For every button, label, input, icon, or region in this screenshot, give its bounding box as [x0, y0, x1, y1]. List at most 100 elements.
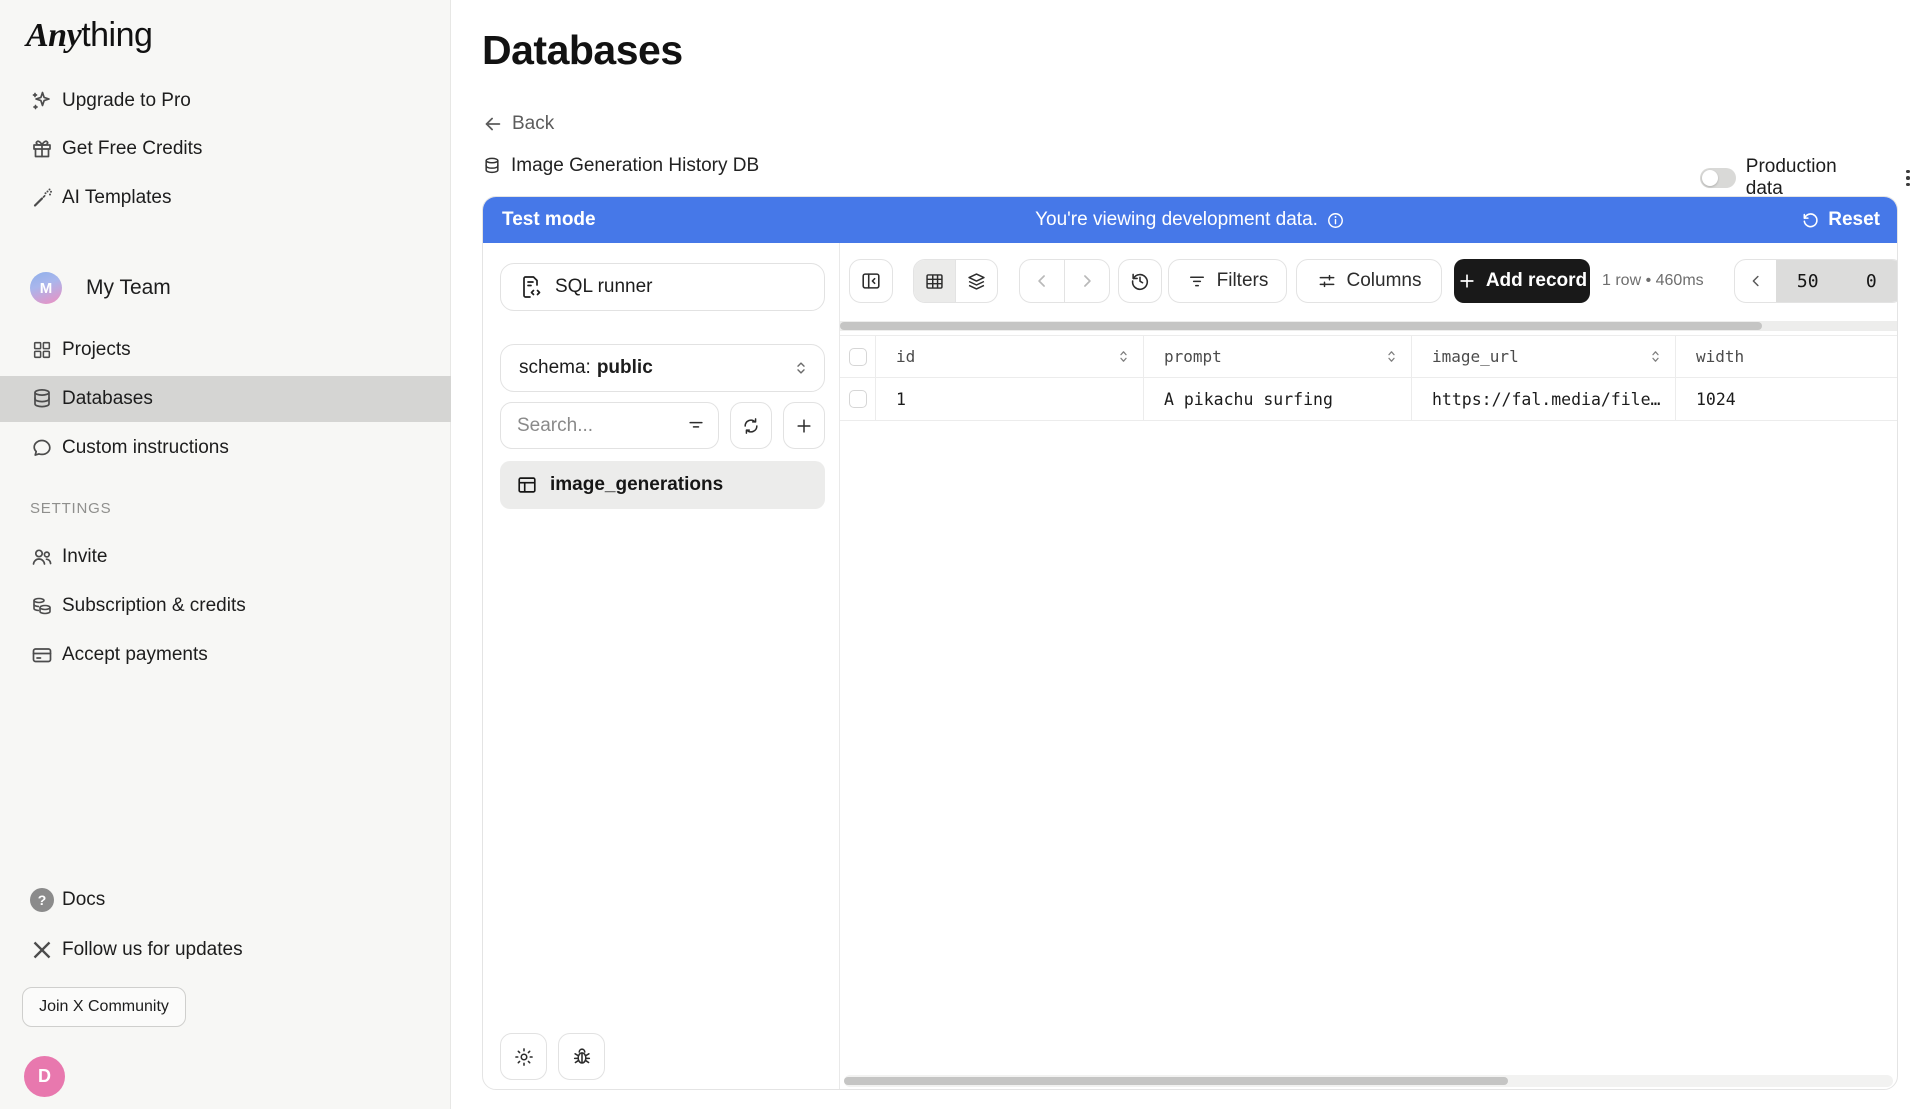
settings-section-heading: SETTINGS [30, 500, 111, 517]
table-item-label: image_generations [550, 474, 723, 496]
sidebar-item-label: Subscription & credits [62, 595, 246, 617]
back-button[interactable]: Back [482, 113, 554, 135]
add-record-button[interactable]: Add record [1454, 259, 1590, 303]
cell-id[interactable]: 1 [876, 378, 1144, 420]
sidebar-item-label: Invite [62, 546, 107, 568]
add-table-button[interactable] [783, 402, 825, 449]
sidebar-item-ai-templates[interactable]: AI Templates [0, 175, 451, 221]
sql-runner-button[interactable]: SQL runner [500, 263, 825, 311]
layers-icon [966, 271, 987, 292]
cell-width[interactable]: 1024 [1676, 378, 1897, 420]
chevron-right-icon [1077, 271, 1097, 291]
production-data-label: Production data [1746, 156, 1878, 200]
sidebar-item-label: Databases [62, 388, 153, 410]
pagination-prev-button[interactable] [1735, 260, 1776, 302]
collapse-sidebar-button[interactable] [849, 259, 893, 303]
join-x-community-button[interactable]: Join X Community [22, 987, 186, 1027]
sql-runner-label: SQL runner [555, 276, 653, 298]
layers-view-button[interactable] [955, 260, 997, 302]
users-icon [30, 545, 54, 569]
panel-collapse-icon [860, 270, 882, 292]
table-list-item-image-generations[interactable]: image_generations [500, 461, 825, 509]
chevron-updown-icon [792, 359, 810, 377]
sidebar-item-get-free-credits[interactable]: Get Free Credits [0, 126, 451, 172]
coins-icon [30, 594, 54, 618]
sidebar-item-databases[interactable]: Databases [0, 376, 451, 422]
table-search-input[interactable]: Search... [500, 402, 719, 449]
column-header-prompt[interactable]: prompt [1144, 336, 1412, 377]
sidebar-item-custom-instructions[interactable]: Custom instructions [0, 425, 451, 471]
banner-message: You're viewing development data. [483, 209, 1897, 231]
filters-button[interactable]: Filters [1168, 259, 1287, 303]
column-name: id [896, 347, 915, 366]
sidebar-item-follow-us[interactable]: Follow us for updates [0, 927, 451, 973]
history-button[interactable] [1118, 259, 1162, 303]
reset-icon [1801, 211, 1820, 230]
cell-value: 1024 [1696, 390, 1736, 409]
column-name: image_url [1432, 347, 1519, 366]
database-name: Image Generation History DB [482, 155, 759, 177]
app-logo[interactable]: Anything [26, 16, 152, 55]
sidebar-item-label: Custom instructions [62, 437, 229, 459]
sort-icon[interactable] [1648, 349, 1663, 364]
columns-button[interactable]: Columns [1296, 259, 1442, 303]
sidebar-item-label: AI Templates [62, 187, 171, 209]
sidebar-item-label: Upgrade to Pro [62, 90, 191, 112]
scrollbar-thumb[interactable] [844, 1077, 1508, 1085]
reset-button[interactable]: Reset [1801, 209, 1880, 231]
sidebar-item-invite[interactable]: Invite [0, 534, 451, 580]
info-icon[interactable] [1326, 211, 1345, 230]
search-placeholder: Search... [517, 415, 686, 437]
sidebar-item-subscription-credits[interactable]: Subscription & credits [0, 583, 451, 629]
page-offset-value[interactable]: 0 [1840, 260, 1899, 302]
row-checkbox[interactable] [849, 390, 867, 408]
column-header-image-url[interactable]: image_url [1412, 336, 1676, 377]
sidebar-item-upgrade-to-pro[interactable]: Upgrade to Pro [0, 78, 451, 124]
panel-footer-buttons [500, 1033, 605, 1080]
select-all-checkbox[interactable] [849, 348, 867, 366]
user-avatar[interactable]: D [24, 1056, 65, 1097]
sidebar-item-accept-payments[interactable]: Accept payments [0, 632, 451, 678]
schema-sidebar: SQL runner schema: public Search... [483, 243, 840, 1090]
gift-icon [30, 137, 54, 161]
table-icon [516, 474, 538, 496]
add-record-label: Add record [1486, 270, 1587, 292]
database-icon [30, 387, 54, 411]
horizontal-scrollbar-top [840, 321, 1897, 331]
plus-icon [1457, 271, 1477, 291]
cell-image-url[interactable]: https://fal.media/file… [1412, 378, 1676, 420]
sidebar-item-docs[interactable]: ? Docs [0, 877, 451, 923]
page-size-value[interactable]: 50 [1776, 260, 1840, 302]
column-header-id[interactable]: id [876, 336, 1144, 377]
arrow-left-icon [482, 113, 504, 135]
sort-icon[interactable] [1384, 349, 1399, 364]
kebab-menu-icon[interactable] [1896, 166, 1920, 190]
sidebar-item-label: Follow us for updates [62, 939, 243, 961]
sidebar-team-switcher[interactable]: M My Team [0, 265, 451, 311]
sliders-icon [1317, 271, 1337, 291]
settings-gear-button[interactable] [500, 1033, 547, 1080]
column-name: width [1696, 347, 1744, 366]
schema-value: public [597, 357, 653, 379]
database-name-label: Image Generation History DB [511, 155, 759, 177]
database-icon [482, 156, 502, 176]
scrollbar-thumb[interactable] [840, 322, 1762, 330]
row-stats: 1 row • 460ms [1602, 259, 1704, 303]
column-header-width[interactable]: width [1676, 336, 1897, 377]
filter-lines-icon [1187, 271, 1207, 291]
sort-icon[interactable] [1116, 349, 1131, 364]
grid-view-button[interactable] [914, 260, 955, 302]
filters-label: Filters [1217, 270, 1269, 292]
production-data-toggle[interactable] [1700, 168, 1736, 188]
debug-bug-button[interactable] [558, 1033, 605, 1080]
sidebar-item-label: Projects [62, 339, 131, 361]
schema-select[interactable]: schema: public [500, 344, 825, 392]
refresh-button[interactable] [730, 402, 772, 449]
prev-page-button[interactable] [1020, 260, 1064, 302]
sidebar-item-projects[interactable]: Projects [0, 327, 451, 373]
cell-prompt[interactable]: A pikachu surfing [1144, 378, 1412, 420]
banner-message-text: You're viewing development data. [1035, 209, 1318, 231]
back-label: Back [512, 113, 554, 135]
table-toolbar: Filters Columns Add record [840, 259, 1897, 303]
next-page-button[interactable] [1064, 260, 1109, 302]
